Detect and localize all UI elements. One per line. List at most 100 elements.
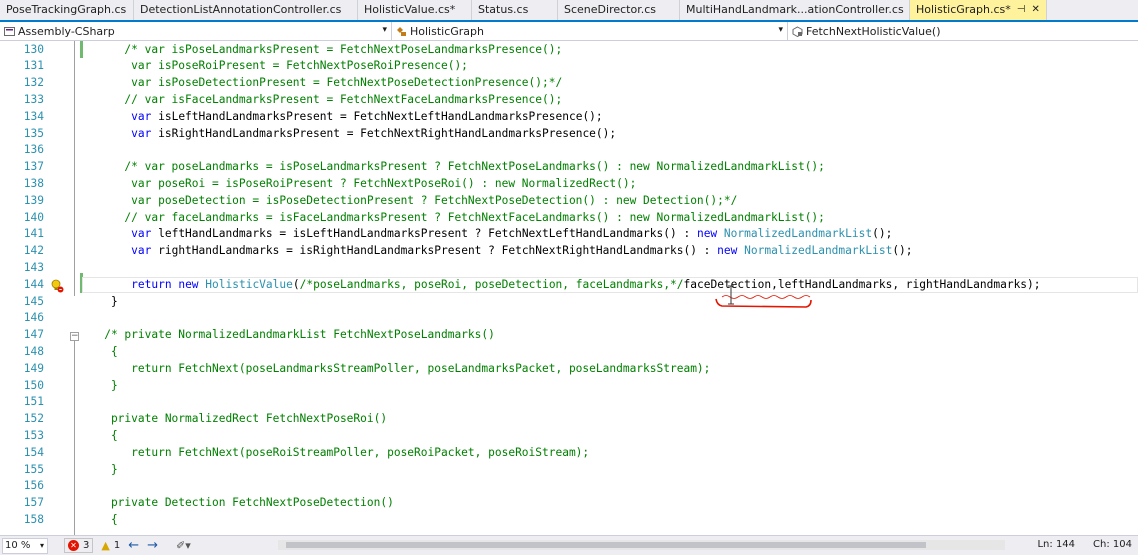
code-line[interactable]: 130 /* var isPoseLandmarksPresent = Fetc… — [0, 42, 1138, 59]
line-number: 131 — [23, 59, 44, 73]
code-line[interactable]: 146 — [0, 310, 1138, 327]
code-token: rightHandLandmarks = isRightHandLandmark… — [151, 244, 718, 258]
code-line[interactable]: 134 var isLeftHandLandmarksPresent = Fet… — [0, 109, 1138, 126]
code-line[interactable]: 155 } — [0, 462, 1138, 479]
code-token: var — [131, 227, 152, 241]
line-number: 145 — [23, 294, 44, 308]
code-token: var poseDetection = isPoseDetectionPrese… — [84, 193, 738, 207]
member-dropdown[interactable]: FetchNextHolisticValue() — [788, 22, 1138, 40]
code-line[interactable]: 158 { — [0, 512, 1138, 529]
code-line[interactable]: 139 var poseDetection = isPoseDetectionP… — [0, 193, 1138, 210]
code-token: new — [717, 244, 738, 258]
code-line[interactable]: 136 — [0, 142, 1138, 159]
code-token: var poseRoi = isPoseRoiPresent ? FetchNe… — [84, 176, 637, 190]
warning-icon: ▲ — [101, 539, 110, 552]
code-cleanup-icon[interactable]: ✐▾ — [176, 539, 191, 552]
code-editor[interactable]: − 130 /* var isPoseLandmarksPresent = Fe… — [0, 41, 1138, 535]
project-label: Assembly-CSharp — [18, 24, 115, 38]
code-line[interactable]: 144 return new HolisticValue(/*poseLandm… — [0, 276, 1138, 294]
warning-count: 1 — [113, 540, 121, 551]
code-line[interactable]: 135 var isRightHandLandmarksPresent = Fe… — [0, 126, 1138, 143]
code-line[interactable]: 145 } — [0, 294, 1138, 311]
line-number: 152 — [23, 412, 44, 426]
code-text: return new HolisticValue(/*poseLandmarks… — [84, 277, 1040, 294]
code-text: var isLeftHandLandmarksPresent = FetchNe… — [84, 109, 603, 126]
line-number: 156 — [23, 479, 44, 493]
code-text: var poseRoi = isPoseRoiPresent ? FetchNe… — [84, 176, 636, 193]
navigate-forward-icon[interactable]: → — [147, 538, 158, 553]
code-line[interactable]: 141 var leftHandLandmarks = isLeftHandLa… — [0, 226, 1138, 243]
navigation-bar: Assembly-CSharp ▾ HolisticGraph ▾ FetchN… — [0, 22, 1138, 41]
warnings-indicator[interactable]: ▲ 1 — [101, 539, 120, 552]
code-token: /* private NormalizedLandmarkList FetchN… — [84, 328, 495, 342]
class-dropdown[interactable]: HolisticGraph ▾ — [392, 22, 788, 40]
tab-label: PoseTrackingGraph.cs — [6, 3, 127, 16]
horizontal-scrollbar[interactable] — [278, 540, 1005, 550]
close-icon[interactable]: ✕ — [1032, 0, 1040, 20]
cursor-position: Ln: 144 Ch: 104 — [1037, 539, 1132, 550]
document-tab[interactable]: DetectionListAnnotationController.cs — [134, 0, 358, 20]
code-line[interactable]: 149 return FetchNext(poseLandmarksStream… — [0, 361, 1138, 378]
line-number: 142 — [23, 244, 44, 258]
code-line[interactable]: 151 — [0, 394, 1138, 411]
code-line[interactable]: 154 return FetchNext(poseRoiStreamPoller… — [0, 445, 1138, 462]
document-tab-active[interactable]: HolisticGraph.cs* ⊣ ✕ — [910, 0, 1047, 20]
code-token: NormalizedLandmarkList — [744, 244, 893, 258]
code-line[interactable]: 131 var isPoseRoiPresent = FetchNextPose… — [0, 58, 1138, 75]
document-tab[interactable]: HolisticValue.cs* — [358, 0, 472, 20]
tab-label: HolisticGraph.cs* — [916, 3, 1011, 16]
csharp-project-icon — [4, 26, 15, 37]
line-number: 157 — [23, 496, 44, 510]
method-icon — [792, 25, 803, 37]
pin-icon[interactable]: ⊣ — [1017, 0, 1026, 20]
line-number: 143 — [23, 260, 44, 274]
code-line[interactable]: 138 var poseRoi = isPoseRoiPresent ? Fet… — [0, 176, 1138, 193]
code-line[interactable]: 147 /* private NormalizedLandmarkList Fe… — [0, 327, 1138, 344]
document-tab[interactable]: SceneDirector.cs — [558, 0, 680, 20]
code-line[interactable]: 143 — [0, 260, 1138, 277]
code-token: ( — [292, 277, 300, 291]
code-text: { — [84, 428, 118, 445]
quick-action-bulb-icon[interactable] — [50, 279, 64, 293]
code-line[interactable]: 142 var rightHandLandmarks = isRightHand… — [0, 243, 1138, 260]
code-line[interactable]: 132 var isPoseDetectionPresent = FetchNe… — [0, 75, 1138, 92]
navigate-back-icon[interactable]: ← — [128, 538, 139, 553]
code-line[interactable]: 156 — [0, 478, 1138, 495]
tab-label: Status.cs — [478, 3, 529, 16]
scrollbar-thumb[interactable] — [286, 542, 926, 548]
code-token: return — [131, 277, 172, 291]
code-line[interactable]: 153 { — [0, 428, 1138, 445]
code-line[interactable]: 152 private NormalizedRect FetchNextPose… — [0, 411, 1138, 428]
code-line[interactable]: 157 private Detection FetchNextPoseDetec… — [0, 495, 1138, 512]
line-number: 147 — [23, 328, 44, 342]
code-text: var rightHandLandmarks = isRightHandLand… — [84, 243, 912, 260]
code-line[interactable]: 140 // var faceLandmarks = isFaceLandmar… — [0, 210, 1138, 227]
line-number: 146 — [23, 311, 44, 325]
project-dropdown[interactable]: Assembly-CSharp ▾ — [0, 22, 392, 40]
line-number: 132 — [23, 76, 44, 90]
zoom-dropdown[interactable]: 10 % ▾ — [2, 537, 48, 554]
code-text: { — [84, 512, 118, 529]
errors-indicator[interactable]: ✕ 3 — [64, 538, 94, 553]
code-line[interactable]: 148 { — [0, 344, 1138, 361]
line-number: 155 — [23, 462, 44, 476]
document-tab[interactable]: MultiHandLandmark...ationController.cs — [680, 0, 910, 20]
code-line[interactable]: 150 } — [0, 378, 1138, 395]
document-tab[interactable]: PoseTrackingGraph.cs — [0, 0, 134, 20]
code-token: // var isFaceLandmarksPresent = FetchNex… — [84, 92, 563, 106]
chevron-down-icon: ▾ — [382, 25, 387, 35]
code-token: return FetchNext(poseLandmarksStreamPoll… — [84, 361, 711, 375]
document-tab[interactable]: Status.cs — [472, 0, 558, 20]
code-token: } — [84, 378, 118, 392]
code-line[interactable]: 133 // var isFaceLandmarksPresent = Fetc… — [0, 92, 1138, 109]
code-token: } — [84, 294, 118, 308]
chevron-down-icon: ▾ — [778, 25, 783, 35]
code-token: isLeftHandLandmarksPresent = FetchNextLe… — [151, 109, 603, 123]
code-token: var — [131, 244, 152, 258]
code-line[interactable]: 137 /* var poseLandmarks = isPoseLandmar… — [0, 159, 1138, 176]
code-text: var isPoseRoiPresent = FetchNextPoseRoiP… — [84, 58, 468, 75]
